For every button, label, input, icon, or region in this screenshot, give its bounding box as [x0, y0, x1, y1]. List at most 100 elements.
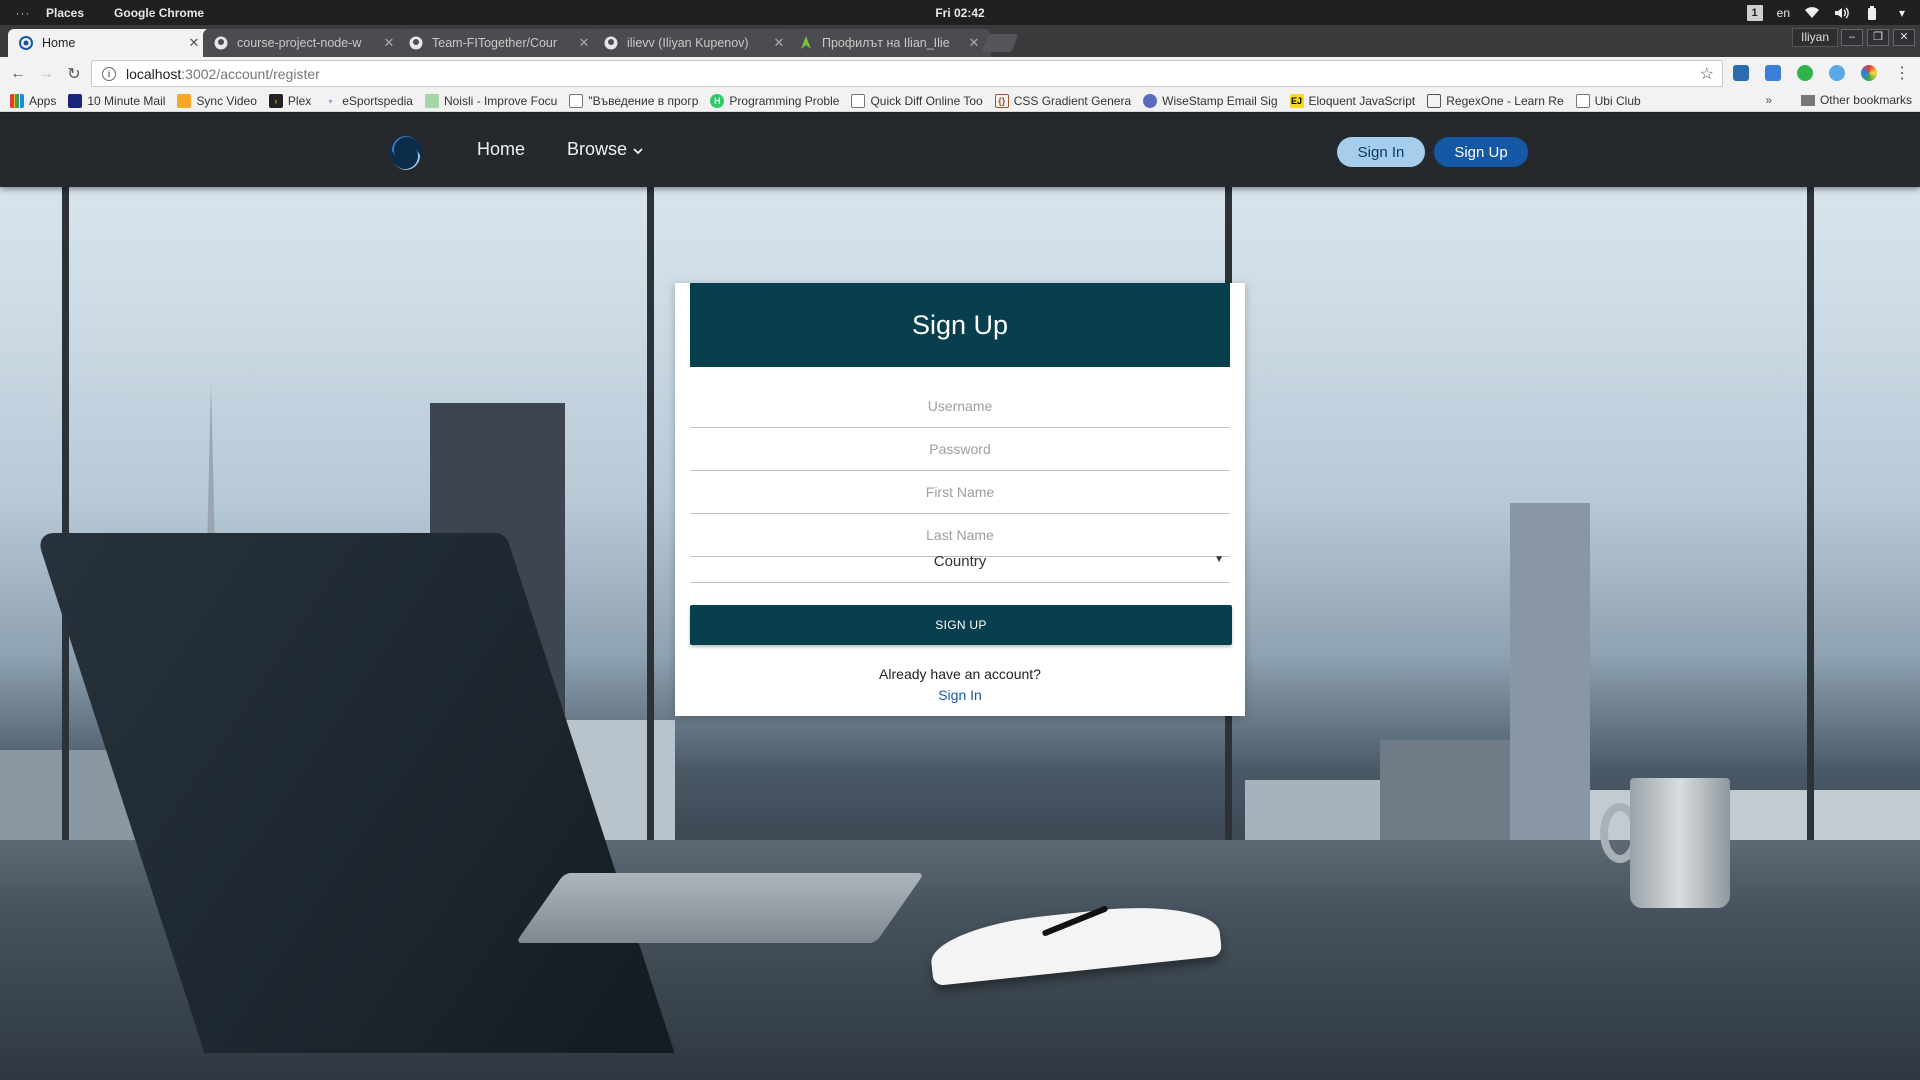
chrome-menu-icon[interactable]: ⋮	[1888, 59, 1916, 87]
app-logo-icon[interactable]	[388, 135, 424, 171]
bookmark-eloquent-js[interactable]: EJ Eloquent JavaScript	[1289, 93, 1415, 108]
app-menu[interactable]: Google Chrome	[114, 6, 204, 20]
tab-close-icon[interactable]: ✕	[577, 35, 591, 51]
tab-title: course-project-node-w	[237, 36, 362, 50]
tab-home[interactable]: Home ✕	[8, 29, 211, 57]
ejs-icon: EJ	[1289, 93, 1304, 108]
workspace-indicator[interactable]: 1	[1746, 4, 1763, 21]
address-bar[interactable]: i localhost :3002/account/register ☆	[91, 60, 1723, 87]
profile-button[interactable]: Iliyan	[1792, 28, 1839, 47]
signup-card: Sign Up Country ▼ SIGN UP Already have a…	[675, 283, 1245, 716]
restore-icon[interactable]: ❐	[1867, 29, 1889, 46]
activities-dots[interactable]: ···	[0, 6, 46, 20]
new-tab-button[interactable]	[981, 34, 1019, 52]
bookmark-label: WiseStamp Email Sig	[1162, 93, 1278, 108]
regex-icon	[1427, 93, 1442, 108]
bookmark-vavedenie[interactable]: "Въведение в прогр	[569, 93, 699, 108]
app-favicon-icon	[18, 35, 34, 51]
bookmark-wisestamp[interactable]: WiseStamp Email Sig	[1143, 93, 1278, 108]
bookmark-regexone[interactable]: RegexOne - Learn Re	[1427, 93, 1564, 108]
info-icon[interactable]: i	[102, 66, 116, 81]
trophy-icon: ♆	[326, 95, 334, 106]
signup-title: Sign Up	[690, 283, 1230, 367]
bookmark-plex[interactable]: › Plex	[268, 93, 312, 108]
bookmark-label: RegexOne - Learn Re	[1446, 93, 1564, 108]
close-window-icon[interactable]: ✕	[1893, 29, 1915, 46]
tab-close-icon[interactable]: ✕	[967, 35, 981, 51]
nav-browse-label: Browse	[567, 139, 628, 159]
page-icon	[851, 93, 866, 108]
green-extension-icon[interactable]	[1797, 65, 1813, 81]
other-bookmarks[interactable]: Other bookmarks	[1800, 93, 1912, 107]
bookmark-apps[interactable]: Apps	[10, 93, 56, 108]
username-input[interactable]	[690, 385, 1230, 428]
page-icon	[569, 93, 584, 108]
github-icon	[213, 35, 229, 51]
bookmark-esportspedia[interactable]: ♆ eSportspedia	[323, 94, 413, 108]
tab-close-icon[interactable]: ✕	[187, 35, 201, 51]
country-select[interactable]: Country ▼	[690, 540, 1230, 583]
tab-team-fitogether[interactable]: Team-FITogether/Cour ✕	[398, 29, 601, 57]
keyboard-language[interactable]: en	[1777, 6, 1790, 20]
folder-icon	[1800, 94, 1815, 106]
tab-profile[interactable]: Профилът на Ilian_Ilie ✕	[788, 29, 991, 57]
github-icon	[603, 35, 619, 51]
bookmarks-overflow-chevron-icon[interactable]: »	[1765, 93, 1772, 107]
color-picker-extension-icon[interactable]	[1861, 65, 1877, 81]
first-name-input[interactable]	[690, 471, 1230, 514]
page-icon	[1575, 93, 1590, 108]
blue-extension-icon[interactable]	[1829, 65, 1845, 81]
tab-title: ilievv (Iliyan Kupenov)	[627, 36, 749, 50]
bookmark-10-minute-mail[interactable]: 10 Minute Mail	[68, 93, 165, 108]
bookmark-star-icon[interactable]: ☆	[1700, 64, 1714, 84]
system-tray: 1 en ▾	[1746, 0, 1910, 25]
reload-icon[interactable]: ↻	[60, 60, 88, 88]
power-menu-icon[interactable]: ▾	[1894, 5, 1910, 21]
tab-title: Home	[42, 36, 76, 50]
bookmark-programming-problems[interactable]: H Programming Proble	[710, 93, 840, 108]
minimize-icon[interactable]: –	[1841, 29, 1863, 46]
signup-submit-button[interactable]: SIGN UP	[690, 605, 1232, 645]
nav-sign-in-button[interactable]: Sign In	[1337, 137, 1425, 167]
tab-close-icon[interactable]: ✕	[772, 35, 786, 51]
bookmark-label: Plex	[287, 93, 312, 108]
os-top-bar: ··· Places Google Chrome Fri 02:42 1 en …	[0, 0, 1920, 25]
hackerrank-icon: H	[710, 93, 725, 108]
have-account-text: Already have an account?	[879, 666, 1041, 682]
nav-sign-up-button[interactable]: Sign Up	[1434, 137, 1528, 167]
bookmark-ubi-club[interactable]: Ubi Club	[1575, 93, 1641, 108]
places-menu[interactable]: Places	[46, 6, 84, 20]
noisli-icon	[424, 93, 439, 108]
wifi-icon[interactable]	[1804, 5, 1820, 21]
tab-course-project[interactable]: course-project-node-w ✕	[203, 29, 406, 57]
bookmark-sync-video[interactable]: Sync Video	[177, 93, 257, 108]
wisestamp-icon	[1143, 93, 1158, 108]
calendar-extension-icon[interactable]	[1765, 65, 1781, 81]
tab-strip: Home ✕ course-project-node-w ✕ Team-FITo…	[0, 25, 1920, 57]
nav-browse-dropdown[interactable]: Browse	[567, 139, 643, 160]
bookmark-noisli[interactable]: Noisli - Improve Focu	[424, 93, 557, 108]
sync-video-icon	[177, 93, 192, 108]
tab-ilievv[interactable]: ilievv (Iliyan Kupenov) ✕	[593, 29, 796, 57]
tab-close-icon[interactable]: ✕	[382, 35, 396, 51]
bookmark-css-gradient[interactable]: {} CSS Gradient Genera	[994, 93, 1131, 108]
battery-icon[interactable]	[1864, 5, 1880, 21]
pin-icon	[798, 35, 814, 51]
plex-icon: ›	[268, 93, 283, 108]
bookmark-label: Programming Proble	[729, 93, 840, 108]
sign-in-link-text[interactable]: Sign In	[938, 687, 982, 703]
tab-title: Team-FITogether/Cour	[432, 36, 558, 50]
download-extension-icon[interactable]	[1733, 65, 1749, 81]
page-viewport: Home Browse Sign In Sign Up Sign Up Coun…	[0, 113, 1920, 1080]
bookmark-quick-diff[interactable]: Quick Diff Online Too	[851, 93, 983, 108]
forward-arrow-icon[interactable]: →	[32, 60, 60, 88]
bookmark-label: Ubi Club	[1594, 93, 1641, 108]
bookmark-label: Quick Diff Online Too	[870, 93, 983, 108]
nav-home-link[interactable]: Home	[477, 139, 525, 160]
volume-icon[interactable]	[1834, 5, 1850, 21]
browser-toolbar: ← → ↻ i localhost :3002/account/register…	[0, 57, 1920, 90]
bookmark-label: "Въведение в прогр	[588, 93, 699, 108]
back-arrow-icon[interactable]: ←	[4, 60, 32, 88]
clock: Fri 02:42	[935, 5, 985, 20]
password-input[interactable]	[690, 428, 1230, 471]
